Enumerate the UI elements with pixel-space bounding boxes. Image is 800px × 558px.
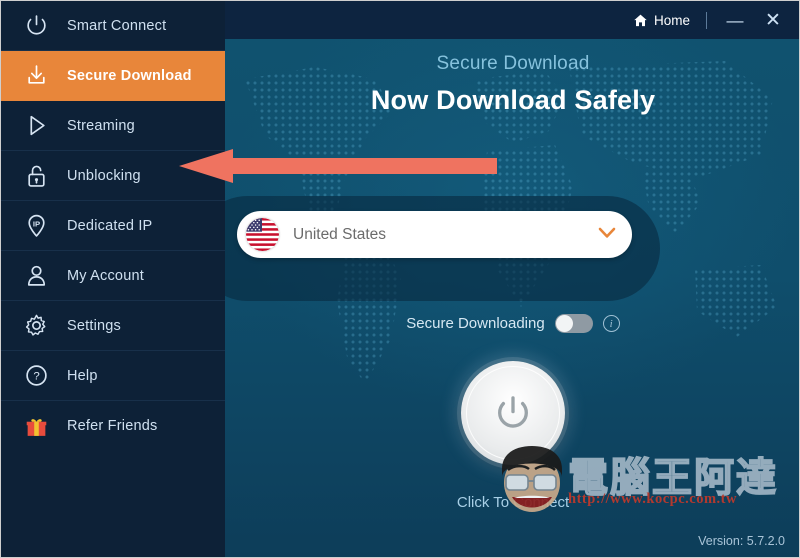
sidebar-item-label: My Account — [67, 267, 144, 284]
title-bar: Home — ✕ — [225, 1, 799, 39]
power-button-wrap — [225, 361, 799, 465]
info-icon[interactable]: i — [602, 315, 620, 332]
power-icon — [498, 396, 528, 428]
secure-downloading-label: Secure Downloading — [406, 315, 545, 332]
sidebar-item-label: Settings — [67, 317, 121, 334]
sidebar-item-secure-download[interactable]: Secure Download — [1, 51, 225, 101]
play-icon — [19, 109, 53, 143]
close-button[interactable]: ✕ — [761, 11, 785, 30]
download-icon — [19, 59, 53, 93]
power-icon — [19, 9, 53, 43]
main-panel: Home — ✕ Secure Download Now Download Sa… — [225, 1, 799, 557]
sidebar: Smart Connect Secure Download Streaming — [1, 1, 225, 557]
ip-pin-icon: IP — [19, 209, 53, 243]
sidebar-item-my-account[interactable]: My Account — [1, 251, 225, 301]
click-to-connect-label[interactable]: Click To Connect — [225, 494, 799, 511]
us-flag-icon — [246, 218, 279, 251]
sidebar-item-label: Dedicated IP — [67, 217, 153, 234]
gift-icon — [19, 409, 53, 443]
home-icon — [634, 14, 647, 26]
version-label: Version: 5.7.2.0 — [698, 534, 785, 548]
svg-text:?: ? — [33, 371, 39, 383]
titlebar-divider — [706, 11, 707, 29]
toggle-knob — [555, 315, 573, 332]
secure-downloading-row: Secure Downloading i — [225, 314, 799, 333]
gear-icon — [19, 309, 53, 343]
sidebar-item-label: Unblocking — [67, 167, 141, 184]
minimize-button[interactable]: — — [723, 12, 747, 29]
sidebar-item-streaming[interactable]: Streaming — [1, 101, 225, 151]
home-button[interactable]: Home — [633, 13, 690, 28]
sidebar-item-label: Secure Download — [67, 67, 192, 84]
country-select[interactable]: United States — [237, 211, 632, 258]
unlock-icon — [19, 159, 53, 193]
sidebar-item-refer-friends[interactable]: Refer Friends — [1, 401, 225, 451]
sidebar-item-settings[interactable]: Settings — [1, 301, 225, 351]
sidebar-item-label: Smart Connect — [67, 17, 167, 34]
user-icon — [19, 259, 53, 293]
connect-power-button[interactable] — [461, 361, 565, 465]
sidebar-item-label: Refer Friends — [67, 418, 158, 434]
page-title: Now Download Safely — [370, 85, 656, 115]
svg-text:IP: IP — [32, 220, 39, 229]
sidebar-item-dedicated-ip[interactable]: IP Dedicated IP — [1, 201, 225, 251]
secure-downloading-toggle[interactable] — [554, 314, 593, 333]
home-label: Home — [653, 12, 690, 28]
country-name: United States — [293, 225, 387, 243]
chevron-down-icon[interactable] — [598, 227, 616, 242]
sidebar-item-unblocking[interactable]: Unblocking — [1, 151, 225, 201]
sidebar-item-label: Streaming — [67, 117, 135, 134]
page-subtitle: Secure Download — [436, 53, 590, 74]
sidebar-item-smart-connect[interactable]: Smart Connect — [1, 1, 225, 51]
panel-content: Secure Download Now Download Safely Unit… — [225, 39, 799, 557]
vpn-app-window: Smart Connect Secure Download Streaming — [0, 0, 800, 558]
sidebar-item-label: Help — [67, 367, 98, 384]
question-icon: ? — [19, 359, 53, 393]
sidebar-item-help[interactable]: ? Help — [1, 351, 225, 401]
